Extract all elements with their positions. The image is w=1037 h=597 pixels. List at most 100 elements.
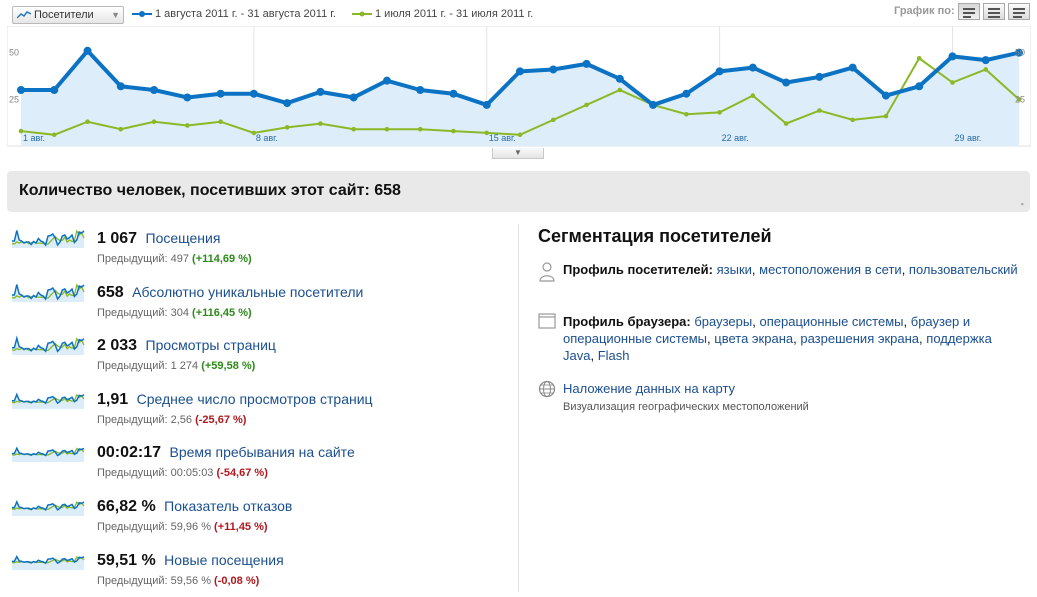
link-network-locations[interactable]: местоположения в сети: [759, 262, 902, 277]
metric-time-on-site: 00:02:17 Время пребывания на сайте Преды…: [10, 438, 510, 484]
previous-series-point: [517, 132, 523, 138]
legend-previous-marker-icon: [352, 11, 372, 17]
person-icon: [539, 262, 555, 282]
chart-resize-handle[interactable]: ▼: [492, 148, 544, 159]
previous-series-point: [883, 113, 889, 119]
chevron-down-icon: ▼: [111, 10, 120, 20]
change-value: (-25,67 %): [195, 414, 247, 426]
current-series-point: [283, 99, 292, 108]
link-custom[interactable]: пользовательский: [909, 262, 1018, 277]
previous-series-point: [218, 119, 223, 125]
metric-value: 59,51 %: [97, 552, 156, 569]
segmentation-title: Сегментация посетителей: [538, 226, 772, 246]
previous-series-point: [916, 55, 922, 61]
sparkline-bounce-rate: [11, 500, 85, 516]
browser-profile-label: Профиль браузера:: [563, 314, 691, 329]
current-series-point: [382, 76, 391, 85]
current-series-point: [815, 72, 824, 81]
metric-value-row: 66,82 % Показатель отказов: [97, 498, 292, 516]
x-tick-label: 29 авг.: [954, 133, 981, 143]
prev-value: 00:05:03: [170, 467, 214, 479]
previous-series-point: [684, 111, 689, 117]
metric-link-time-on-site[interactable]: Время пребывания на сайте: [170, 444, 355, 460]
link-map-overlay[interactable]: Наложение данных на карту: [563, 381, 735, 396]
legend-current-label: 1 августа 2011 г. - 31 августа 2011 г.: [155, 8, 336, 20]
current-series-point: [649, 100, 658, 109]
change-value: (+11,45 %): [214, 521, 268, 533]
visitors-profile-text: Профиль посетителей: языки, местоположен…: [563, 262, 1018, 277]
metric-value-row: 658 Абсолютно уникальные посетители: [97, 284, 363, 302]
previous-series-point: [717, 110, 722, 115]
metric-value-row: 1,91 Среднее число просмотров страниц: [97, 391, 373, 409]
prev-value: 59,56 %: [170, 575, 211, 587]
metric-value: 658: [97, 284, 124, 301]
metric-dropdown[interactable]: Посетители ▼: [12, 6, 124, 24]
prev-label: Предыдущий:: [97, 253, 168, 265]
current-series-point: [915, 82, 924, 91]
legend-current-marker-icon: [132, 11, 152, 18]
current-series-point: [848, 63, 857, 72]
current-series-point: [948, 52, 957, 61]
metric-pages-per-visit: 1,91 Среднее число просмотров страниц Пр…: [10, 385, 510, 431]
previous-series-point: [584, 102, 589, 108]
current-series-point: [549, 65, 558, 74]
link-operating-systems[interactable]: операционные системы: [759, 314, 903, 329]
sparkline-pages-per-visit: [11, 392, 85, 409]
graph-by-week-button[interactable]: [983, 3, 1005, 20]
globe-icon: [538, 380, 556, 398]
metric-link-pageviews[interactable]: Просмотры страниц: [146, 337, 276, 353]
metric-previous: Предыдущий: 497 (+114,69 %): [97, 253, 252, 265]
line-graph-icon: [17, 11, 31, 19]
sparkline-unique-visitors: [11, 283, 85, 302]
metric-link-new-visits[interactable]: Новые посещения: [164, 552, 284, 568]
previous-series-point: [318, 121, 323, 126]
graph-by-month-button[interactable]: [1008, 3, 1030, 20]
current-series-point: [615, 74, 624, 83]
metric-link-bounce-rate[interactable]: Показатель отказов: [164, 498, 292, 514]
x-tick-label: 15 авг.: [489, 133, 516, 143]
current-series-point: [682, 89, 691, 98]
link-flash[interactable]: Flash: [598, 348, 630, 363]
previous-series-point: [118, 126, 124, 132]
metric-value: 2 033: [97, 337, 138, 354]
previous-series-point: [85, 119, 90, 125]
prev-label: Предыдущий:: [97, 307, 168, 319]
metric-previous: Предыдущий: 304 (+116,45 %): [97, 307, 252, 319]
map-overlay-description: Визуализация географических местоположен…: [563, 401, 809, 413]
metric-link-visits[interactable]: Посещения: [146, 230, 221, 246]
link-languages[interactable]: языки: [717, 262, 752, 277]
metric-link-unique-visitors[interactable]: Абсолютно уникальные посетители: [132, 284, 363, 300]
current-series-point: [416, 86, 425, 94]
metric-pageviews: 2 033 Просмотры страниц Предыдущий: 1 27…: [10, 331, 510, 377]
prev-label: Предыдущий:: [97, 414, 168, 426]
sparkline-time-on-site: [11, 446, 85, 462]
column-divider: [518, 224, 519, 592]
graph-by-day-button[interactable]: [958, 3, 980, 20]
metric-value: 66,82 %: [97, 498, 156, 515]
previous-series-point: [950, 80, 955, 85]
metric-visits: 1 067 Посещения Предыдущий: 497 (+114,69…: [10, 224, 510, 270]
link-browsers[interactable]: браузеры: [694, 314, 752, 329]
current-series-point: [748, 63, 757, 72]
visitor-segmentation: Сегментация посетителей Профиль посетите…: [538, 226, 1028, 413]
visitors-line-chart[interactable]: 1 авг. 8 авг. 15 авг. 22 авг. 29 авг. 50 50 25 2…: [6, 25, 1032, 154]
link-screen-resolutions[interactable]: разрешения экрана: [800, 331, 919, 346]
x-tick-label: 1 авг.: [23, 133, 45, 143]
metric-value-row: 2 033 Просмотры страниц: [97, 337, 276, 355]
metric-previous: Предыдущий: 59,96 % (+11,45 %): [97, 521, 268, 533]
current-series-point: [715, 67, 724, 76]
previous-series-point: [817, 108, 822, 113]
current-series-point: [449, 89, 458, 98]
previous-series-point: [783, 121, 789, 126]
metric-link-pages-per-visit[interactable]: Среднее число просмотров страниц: [137, 391, 373, 407]
metric-previous: Предыдущий: 00:05:03 (-54,67 %): [97, 467, 268, 479]
link-screen-colors[interactable]: цвета экрана: [714, 331, 793, 346]
metric-value-row: 1 067 Посещения: [97, 230, 220, 248]
previous-series-point: [284, 125, 290, 130]
map-overlay-text: Наложение данных на карту Визуализация г…: [563, 380, 1018, 416]
y-tick-label-left: 50: [9, 48, 19, 58]
change-value: (+116,45 %): [192, 307, 252, 319]
browser-profile-text: Профиль браузера: браузеры, операционные…: [563, 314, 992, 363]
legend-previous-label: 1 июля 2011 г. - 31 июля 2011 г.: [375, 8, 534, 20]
previous-series-point: [617, 87, 623, 93]
